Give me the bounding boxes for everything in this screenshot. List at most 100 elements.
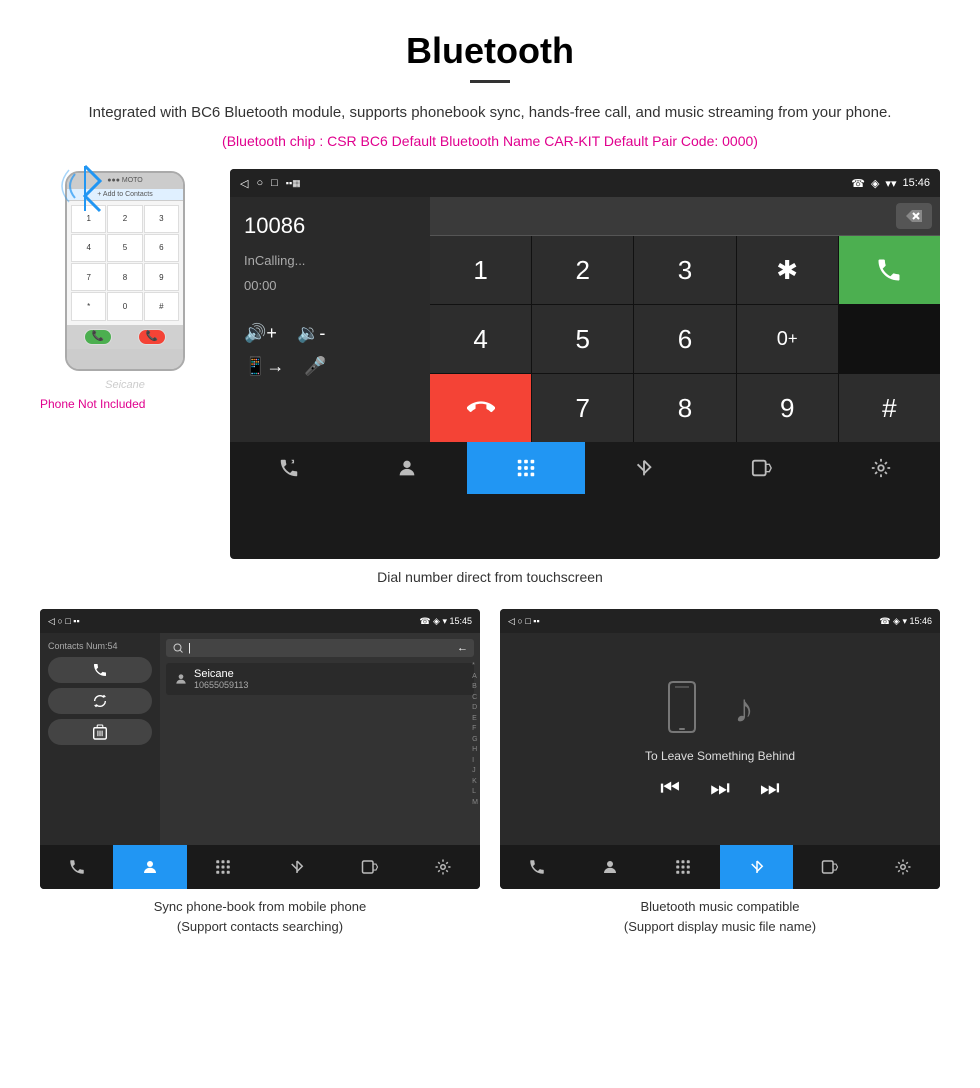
- contacts-status-bar: ◁ ○ □ ▪▪ ☎ ◈ ▾ 15:45: [40, 609, 480, 633]
- nav-settings[interactable]: [822, 442, 940, 494]
- phone-key-7: 7: [71, 263, 106, 291]
- numpad-8[interactable]: 8: [634, 374, 735, 442]
- android-music-screen: ◁ ○ □ ▪▪ ☎ ◈ ▾ 15:46 ♪ To Leave Somethin…: [500, 609, 940, 889]
- dial-number: 10086: [244, 213, 416, 239]
- music-status-left: ◁ ○ □ ▪▪: [508, 616, 540, 627]
- phone-key-6: 6: [144, 234, 179, 262]
- dial-right-panel: 1 2 3 ✱ 4 5 6 0+ 7 8 9: [430, 197, 940, 442]
- numpad-1[interactable]: 1: [430, 236, 531, 304]
- numpad-4[interactable]: 4: [430, 305, 531, 373]
- nav-contacts[interactable]: [348, 442, 466, 494]
- numpad-5[interactable]: 5: [532, 305, 633, 373]
- contacts-nav-settings[interactable]: [407, 845, 480, 889]
- android-dial-screen: ◁ ○ □ ▪▪▦ ☎ ◈ ▾▾ 15:46 10086 InCalling..…: [230, 169, 940, 559]
- music-nav-bluetooth[interactable]: [720, 845, 793, 889]
- contact-list-item[interactable]: Seicane 10655059113: [166, 663, 474, 695]
- music-nav-dialpad[interactable]: [647, 845, 720, 889]
- phone-call-button: 📞: [84, 329, 112, 345]
- phone-key-5: 5: [107, 234, 142, 262]
- svg-text:♪: ♪: [734, 687, 754, 731]
- contacts-nav-transfer[interactable]: [333, 845, 406, 889]
- music-note-icon: ♪: [729, 682, 779, 732]
- location-icon: ◈: [871, 177, 879, 190]
- dial-controls: 🔊+ 🔉- 📱→ 🎤: [244, 323, 416, 377]
- bt-info: (Bluetooth chip : CSR BC6 Default Blueto…: [40, 133, 940, 149]
- caption-music: Bluetooth music compatible(Support displ…: [500, 897, 940, 936]
- numpad-end[interactable]: [430, 374, 531, 442]
- music-phone-icon: [661, 677, 721, 737]
- contacts-nav-phone[interactable]: [40, 845, 113, 889]
- transfer-icon[interactable]: 📱→: [244, 356, 284, 377]
- transfer-mic-controls: 📱→ 🎤: [244, 356, 416, 377]
- numpad-6[interactable]: 6: [634, 305, 735, 373]
- caption-contacts: Sync phone-book from mobile phone(Suppor…: [40, 897, 480, 936]
- next-track-icon[interactable]: ⏭: [760, 775, 780, 801]
- search-backspace[interactable]: ←: [457, 642, 468, 654]
- mic-icon[interactable]: 🎤: [304, 356, 326, 377]
- music-body: ♪ To Leave Something Behind ⏮ ⏭ ⏭: [500, 633, 940, 845]
- dial-content: 10086 InCalling... 00:00 🔊+ 🔉- 📱→ 🎤: [230, 197, 940, 442]
- backspace-button[interactable]: [896, 203, 932, 229]
- contacts-screen-wrap: ◁ ○ □ ▪▪ ☎ ◈ ▾ 15:45 Contacts Num:54: [40, 609, 480, 936]
- phone-key-3: 3: [144, 205, 179, 233]
- numpad: 1 2 3 ✱ 4 5 6 0+ 7 8 9: [430, 236, 940, 442]
- contacts-body: Contacts Num:54 |: [40, 633, 480, 845]
- subtitle: Integrated with BC6 Bluetooth module, su…: [40, 101, 940, 125]
- contacts-num: Contacts Num:54: [48, 641, 152, 651]
- nav-dialpad[interactable]: [467, 442, 585, 494]
- numpad-0plus[interactable]: 0+: [737, 305, 838, 373]
- recents-icon: □: [271, 177, 278, 189]
- prev-track-icon[interactable]: ⏮: [660, 775, 680, 801]
- numpad-9[interactable]: 9: [737, 374, 838, 442]
- numpad-call[interactable]: [839, 236, 940, 304]
- music-icon-area: ♪: [661, 677, 779, 737]
- phone-key-0: 0: [107, 292, 142, 320]
- volume-controls: 🔊+ 🔉-: [244, 323, 416, 344]
- notif-icons: ▪▪▦: [286, 178, 301, 189]
- status-time: 15:46: [902, 177, 930, 189]
- contact-search-bar[interactable]: | ←: [166, 639, 474, 657]
- delete-btn[interactable]: [48, 719, 152, 745]
- music-controls: ⏮ ⏭ ⏭: [660, 775, 779, 801]
- contacts-nav-contacts[interactable]: [113, 845, 186, 889]
- phone-key-4: 4: [71, 234, 106, 262]
- numpad-hash[interactable]: #: [839, 374, 940, 442]
- vol-up-icon[interactable]: 🔊+: [244, 323, 277, 344]
- contacts-right-panel: | ← Seicane 10655059113: [160, 633, 480, 845]
- page-title: Bluetooth: [40, 30, 940, 72]
- contacts-nav-dialpad[interactable]: [187, 845, 260, 889]
- dial-incalling-status: InCalling...: [244, 253, 416, 268]
- music-nav-transfer[interactable]: [793, 845, 866, 889]
- numpad-2[interactable]: 2: [532, 236, 633, 304]
- nav-phone[interactable]: [230, 442, 348, 494]
- caption-main: Dial number direct from touchscreen: [40, 569, 940, 585]
- contacts-status-left: ◁ ○ □ ▪▪: [48, 616, 80, 627]
- numpad-7[interactable]: 7: [532, 374, 633, 442]
- music-nav-settings[interactable]: [867, 845, 940, 889]
- play-pause-icon[interactable]: ⏭: [710, 775, 730, 801]
- dial-input-row: [430, 197, 940, 236]
- phone-bottom: [67, 349, 183, 369]
- numpad-3[interactable]: 3: [634, 236, 735, 304]
- call-btn[interactable]: [48, 657, 152, 683]
- phone-key-9: 9: [144, 263, 179, 291]
- phone-screen: 1 2 3 4 5 6 7 8 9 * 0 #: [67, 201, 183, 325]
- music-nav-phone[interactable]: [500, 845, 573, 889]
- music-nav-contacts[interactable]: [573, 845, 646, 889]
- phone-key-hash: #: [144, 292, 179, 320]
- numpad-star[interactable]: ✱: [737, 236, 838, 304]
- sync-btn[interactable]: [48, 688, 152, 714]
- contacts-nav-bar: [40, 845, 480, 889]
- phone-end-button: 📞: [138, 329, 166, 345]
- vol-down-icon[interactable]: 🔉-: [297, 323, 325, 344]
- nav-transfer[interactable]: [703, 442, 821, 494]
- nav-bluetooth[interactable]: [585, 442, 703, 494]
- contacts-status-right: ☎ ◈ ▾ 15:45: [419, 616, 472, 627]
- back-icon: ◁: [240, 177, 248, 190]
- home-icon: ○: [256, 177, 263, 189]
- status-left-icons: ◁ ○ □ ▪▪▦: [240, 177, 301, 190]
- music-status-bar: ◁ ○ □ ▪▪ ☎ ◈ ▾ 15:46: [500, 609, 940, 633]
- android-nav-bar: [230, 442, 940, 494]
- main-screen-row: ●●● MOTO + Add to Contacts 1 2 3 4 5 6 7…: [40, 169, 940, 559]
- contacts-nav-bluetooth[interactable]: [260, 845, 333, 889]
